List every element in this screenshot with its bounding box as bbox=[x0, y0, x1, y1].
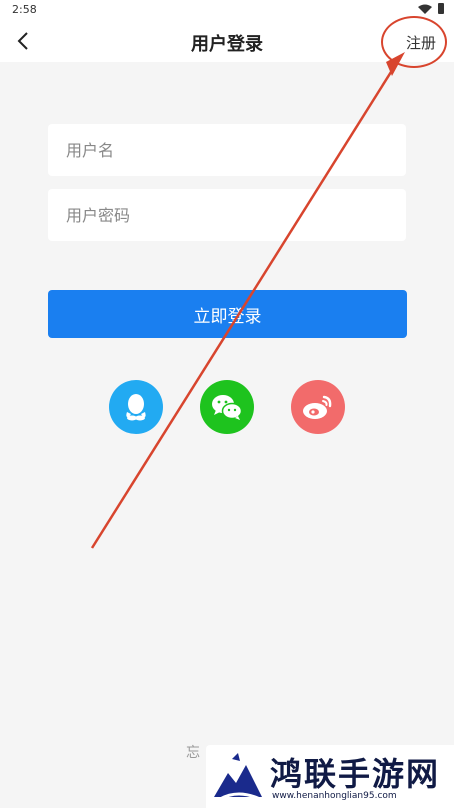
qq-login-button[interactable] bbox=[109, 380, 163, 434]
weibo-login-button[interactable] bbox=[291, 380, 345, 434]
status-icons bbox=[418, 3, 444, 14]
highlight-ring bbox=[381, 16, 447, 68]
login-button[interactable]: 立即登录 bbox=[48, 290, 407, 338]
forgot-password-link[interactable]: 忘 bbox=[186, 742, 200, 762]
watermark: 鸿联手游网 www.henanhonglian95.com bbox=[206, 745, 454, 808]
wifi-icon bbox=[418, 4, 432, 14]
wechat-icon bbox=[212, 395, 243, 420]
status-bar: 2:58 bbox=[0, 0, 454, 20]
password-input[interactable] bbox=[66, 205, 406, 225]
password-field[interactable] bbox=[48, 189, 406, 241]
watermark-url: www.henanhonglian95.com bbox=[272, 791, 397, 801]
qq-icon bbox=[126, 394, 146, 421]
watermark-title: 鸿联手游网 bbox=[270, 755, 441, 793]
weibo-icon bbox=[303, 395, 332, 419]
status-time: 2:58 bbox=[12, 3, 37, 16]
logo-icon bbox=[214, 753, 262, 801]
wechat-login-button[interactable] bbox=[200, 380, 254, 434]
username-field[interactable] bbox=[48, 124, 406, 176]
username-input[interactable] bbox=[66, 140, 406, 160]
battery-icon bbox=[438, 3, 444, 14]
